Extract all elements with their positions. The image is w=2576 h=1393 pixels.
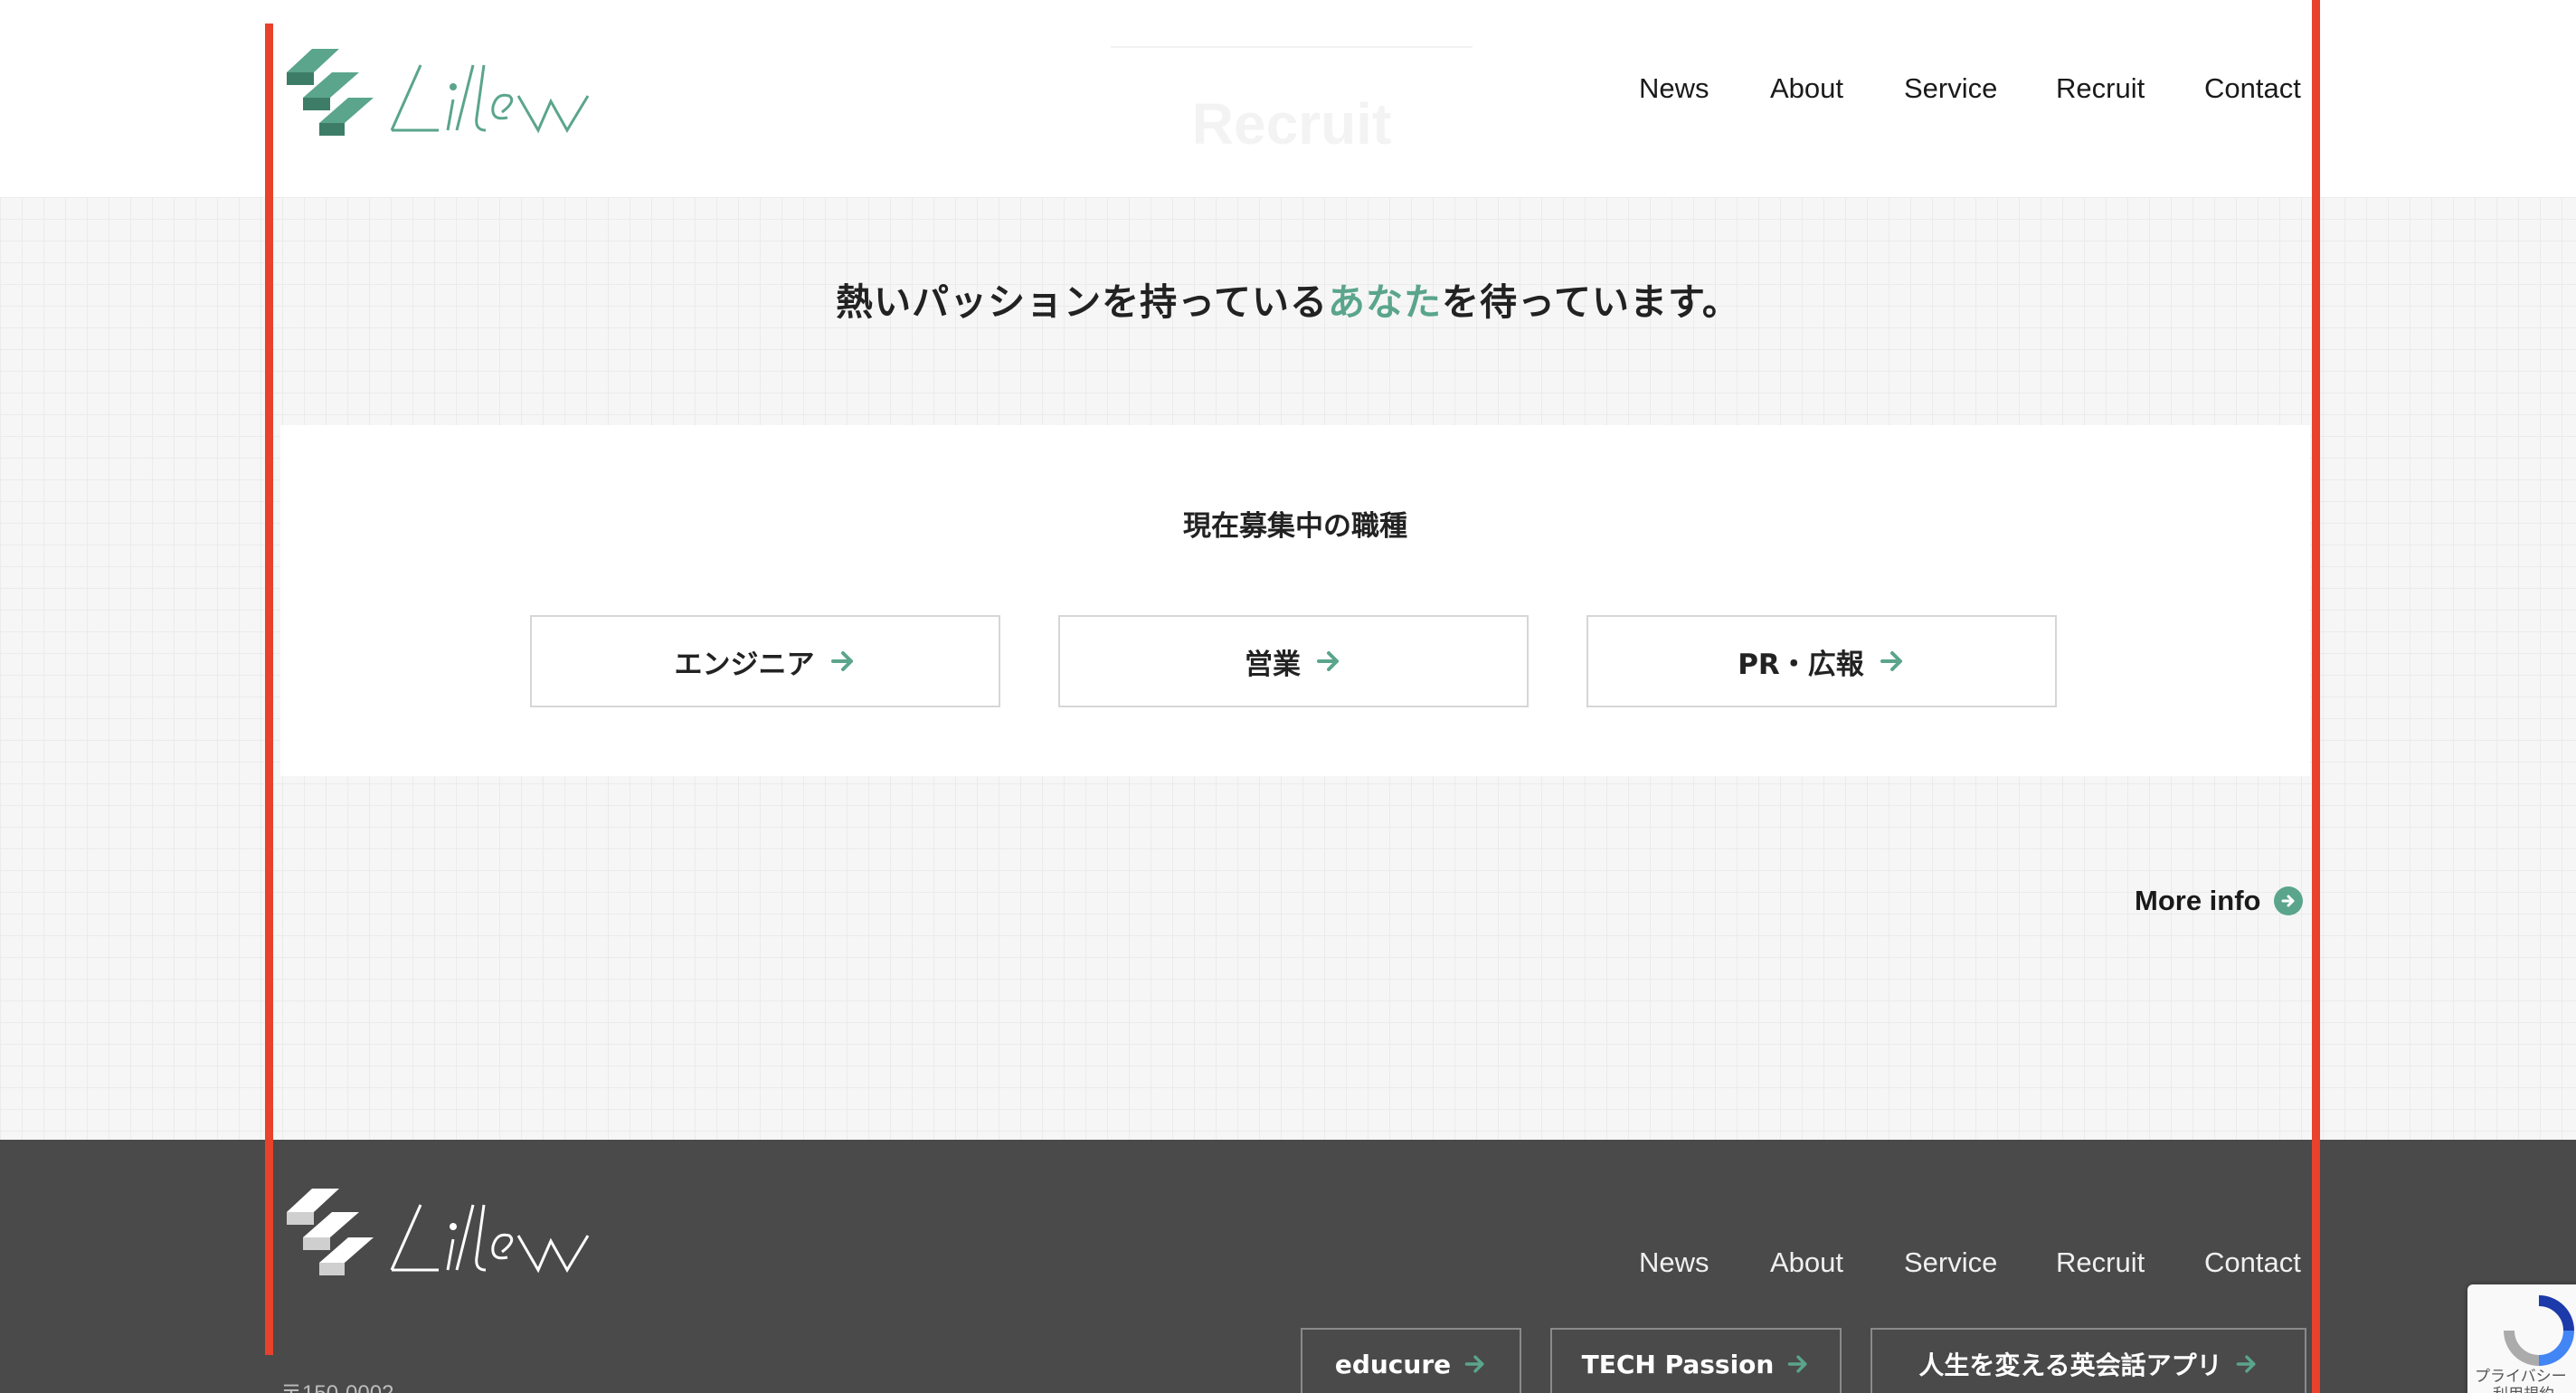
footer-link-tech-passion[interactable]: TECH Passion: [1550, 1328, 1842, 1393]
footer-link-educure[interactable]: educure: [1301, 1328, 1521, 1393]
job-engineer-button[interactable]: エンジニア: [530, 615, 1000, 707]
recaptcha-badge[interactable]: プライバシー 利用規約: [2467, 1284, 2576, 1393]
footer-link-educure-label: educure: [1334, 1349, 1452, 1379]
footer-link-english-app-label: 人生を変える英会話アプリ: [1918, 1350, 2222, 1380]
nav-news[interactable]: News: [1639, 72, 1709, 105]
footer-nav-recruit[interactable]: Recruit: [2056, 1246, 2145, 1279]
nav-recruit[interactable]: Recruit: [2056, 72, 2145, 105]
recaptcha-icon: [2504, 1295, 2574, 1366]
nav-about[interactable]: About: [1770, 72, 1843, 105]
guide-line-right: [2312, 0, 2320, 1393]
recaptcha-terms[interactable]: 利用規約: [2475, 1386, 2567, 1393]
footer-postal-code: 〒150-0002: [280, 1375, 393, 1393]
section-title-rule: [1111, 46, 1473, 48]
job-sales-button[interactable]: 営業: [1058, 615, 1529, 707]
job-pr-button[interactable]: PR・広報: [1586, 615, 2057, 707]
job-engineer-label: エンジニア: [674, 648, 815, 681]
site-header: Recruit News About Service Recruit Conta…: [0, 0, 2576, 197]
catch-text-accent: あなた: [1328, 280, 1443, 324]
more-info-link[interactable]: More info: [2135, 883, 2303, 919]
catch-text-before: 熱いパッションを持っている: [836, 280, 1329, 324]
catch-text-after: を待っています。: [1442, 280, 1740, 324]
open-positions-title: 現在募集中の職種: [1183, 510, 1407, 543]
footer-link-tech-passion-label: TECH Passion: [1581, 1349, 1775, 1379]
open-positions-card: 現在募集中の職種 エンジニア 営業 PR・広報: [280, 425, 2310, 776]
arrow-right-icon: [1788, 1355, 1807, 1373]
recaptcha-links: プライバシー 利用規約: [2475, 1368, 2567, 1393]
arrow-right-icon: [1464, 1355, 1484, 1373]
nav-contact[interactable]: Contact: [2204, 72, 2301, 105]
job-sales-label: 営業: [1245, 648, 1301, 681]
arrow-right-icon: [2236, 1355, 2256, 1373]
footer-nav-contact[interactable]: Contact: [2204, 1246, 2301, 1279]
footer-link-english-app[interactable]: 人生を変える英会話アプリ: [1870, 1328, 2306, 1393]
nav-service[interactable]: Service: [1904, 72, 1997, 105]
logo-mark-icon: [287, 1189, 374, 1275]
footer-nav-service[interactable]: Service: [1904, 1246, 1997, 1279]
recruit-section: 熱いパッションを持っているあなたを待っています。 現在募集中の職種 エンジニア …: [0, 197, 2576, 1140]
guide-line-left: [265, 24, 273, 1355]
site-footer: News About Service Recruit Contact educu…: [0, 1140, 2576, 1393]
job-pr-label: PR・広報: [1738, 648, 1864, 681]
circle-arrow-right-icon: [2273, 886, 2303, 915]
arrow-right-icon: [1880, 651, 1902, 671]
recruit-catchphrase: 熱いパッションを持っているあなたを待っています。: [0, 271, 2576, 326]
footer-nav-about[interactable]: About: [1770, 1246, 1843, 1279]
arrow-right-icon: [830, 651, 853, 671]
footer-nav-news[interactable]: News: [1639, 1246, 1709, 1279]
more-info-label: More info: [2135, 885, 2261, 916]
recaptcha-privacy[interactable]: プライバシー: [2475, 1368, 2567, 1386]
footer-logo[interactable]: [276, 1185, 638, 1284]
footer-logo-wordmark: [390, 1204, 590, 1274]
arrow-right-icon: [1317, 651, 1339, 671]
global-nav: News About Service Recruit Contact: [0, 72, 2576, 118]
